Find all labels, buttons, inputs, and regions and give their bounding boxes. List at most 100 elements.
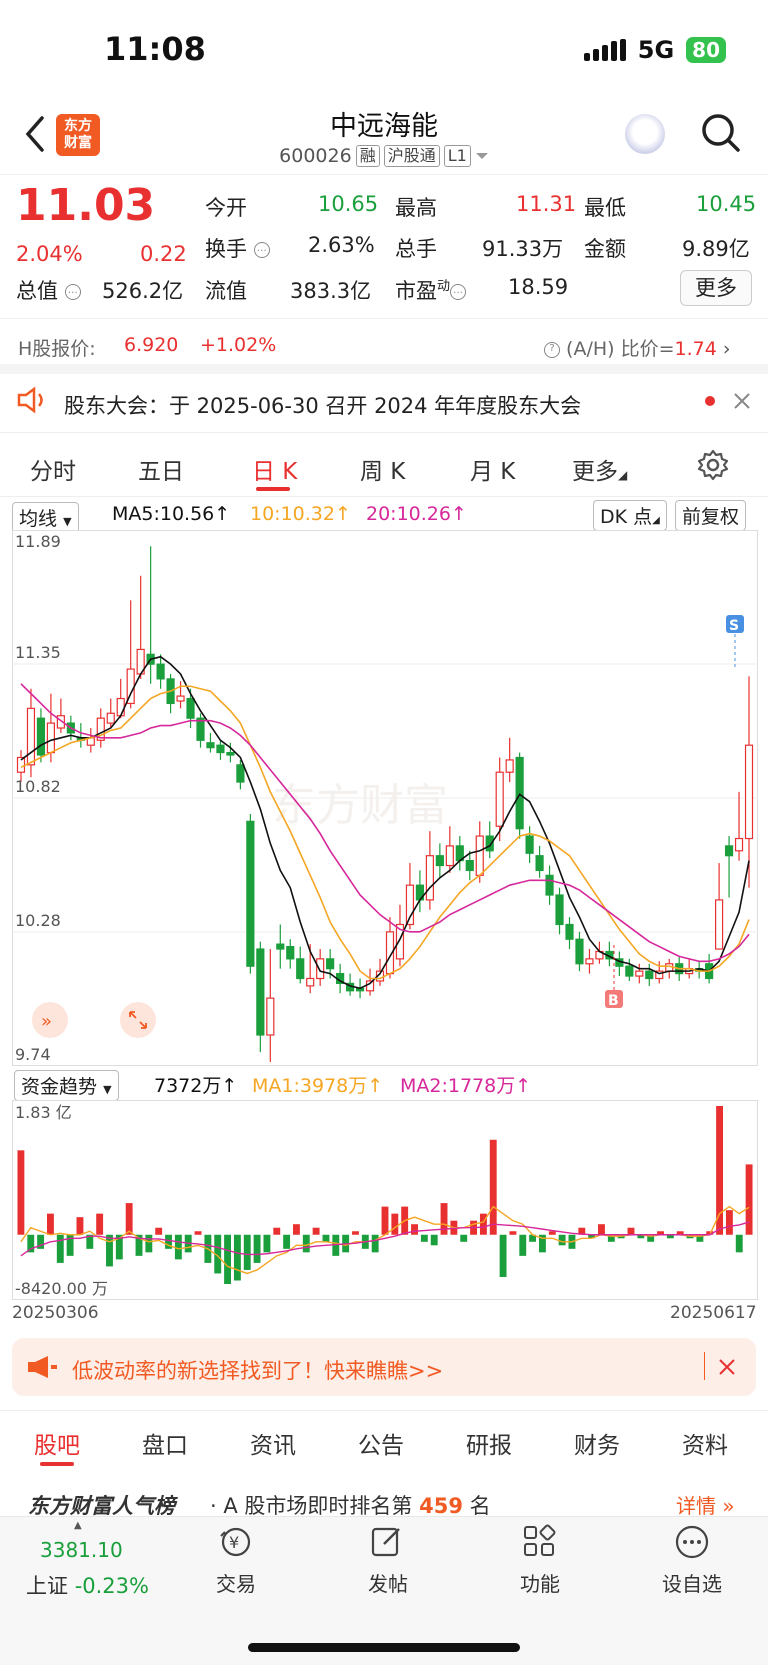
candle-body bbox=[525, 835, 534, 854]
dk-point-select[interactable]: DK 点◢ bbox=[593, 500, 667, 531]
high-label: 最高 bbox=[395, 196, 437, 220]
date-end: 20250617 bbox=[670, 1303, 757, 1323]
subtab-forum[interactable]: 股吧 bbox=[34, 1426, 80, 1460]
fund-bar bbox=[312, 1227, 320, 1235]
ah-ratio[interactable]: ? (A/H) 比价=1.74 › bbox=[544, 334, 731, 361]
candle-body bbox=[545, 874, 554, 896]
tag-connect: 沪股通 bbox=[383, 145, 440, 167]
fund-y-top: 1.83 亿 bbox=[15, 1103, 72, 1122]
turnover-value: 2.63% bbox=[308, 233, 375, 257]
hshare-price: 6.920 bbox=[124, 334, 179, 356]
tab-daily-k[interactable]: 日 K bbox=[252, 452, 297, 486]
candle-body bbox=[246, 820, 255, 967]
nav-trade[interactable]: 交易 bbox=[190, 1568, 282, 1597]
tab-monthly-k[interactable]: 月 K bbox=[470, 452, 515, 486]
nav-post[interactable]: 发帖 bbox=[342, 1568, 434, 1597]
candle-body bbox=[256, 948, 265, 1036]
fund-frame bbox=[12, 1100, 758, 1300]
candle-body bbox=[216, 744, 225, 754]
info-icon[interactable]: … bbox=[64, 284, 81, 300]
candle-body bbox=[236, 764, 245, 783]
y-tick-2: 11.35 bbox=[15, 643, 61, 662]
info-icon[interactable]: … bbox=[450, 284, 467, 300]
fund-indicator-select[interactable]: 资金趋势 ▼ bbox=[14, 1070, 119, 1101]
more-button[interactable]: 更多 bbox=[680, 270, 752, 306]
info-icon[interactable]: … bbox=[253, 242, 270, 258]
index-summary[interactable]: 上证 -0.23% bbox=[26, 1570, 149, 1600]
nav-functions[interactable]: 功能 bbox=[494, 1568, 586, 1597]
fund-bar bbox=[145, 1234, 153, 1253]
fund-bar bbox=[96, 1213, 104, 1235]
more-dots-icon[interactable] bbox=[674, 1524, 710, 1560]
notice-text[interactable]: 股东大会：于 2025-06-30 召开 2024 年年度股东大会 bbox=[64, 390, 581, 420]
candle-body bbox=[176, 695, 185, 702]
kline-chart[interactable]: 东方财富 11.89 11.35 10.82 10.28 9.74 S B » bbox=[12, 530, 758, 1066]
help-icon[interactable]: ? bbox=[544, 341, 560, 358]
candle-body bbox=[555, 894, 564, 926]
fund-bar bbox=[283, 1234, 291, 1249]
fund-bar bbox=[735, 1234, 743, 1253]
fund-bar bbox=[174, 1234, 182, 1260]
fund-bar bbox=[509, 1231, 517, 1235]
candle-body bbox=[36, 717, 46, 756]
candle-body bbox=[565, 923, 574, 940]
battery-icon: 80 bbox=[686, 37, 726, 63]
candle-body bbox=[266, 997, 275, 1036]
svg-text:¥: ¥ bbox=[229, 1533, 239, 1552]
close-icon[interactable] bbox=[718, 1358, 736, 1376]
fund-bar bbox=[371, 1234, 379, 1253]
float-label: 流值 bbox=[205, 279, 247, 303]
subtab-news[interactable]: 资讯 bbox=[250, 1426, 296, 1460]
close-icon[interactable] bbox=[732, 391, 752, 411]
fund-bar bbox=[499, 1234, 507, 1277]
subtab-announcements[interactable]: 公告 bbox=[358, 1426, 404, 1460]
candle-body bbox=[196, 717, 205, 741]
fund-bar bbox=[233, 1234, 241, 1281]
divider bbox=[0, 318, 768, 319]
compose-icon[interactable] bbox=[370, 1524, 404, 1558]
search-icon[interactable] bbox=[700, 112, 742, 154]
fullscreen-icon[interactable] bbox=[120, 1002, 156, 1038]
current-price: 11.03 bbox=[16, 180, 156, 231]
settings-gear-icon[interactable] bbox=[697, 449, 729, 481]
ma10-legend: 10:10.32↑ bbox=[250, 503, 351, 525]
fund-bar bbox=[745, 1164, 753, 1235]
subtab-finance[interactable]: 财务 bbox=[574, 1426, 620, 1460]
tab-intraday[interactable]: 分时 bbox=[30, 452, 76, 486]
trade-icon[interactable]: ¥ bbox=[218, 1524, 254, 1560]
fund-bar bbox=[352, 1231, 359, 1235]
dropdown-icon[interactable] bbox=[475, 151, 489, 161]
rank-detail-link[interactable]: 详情 » bbox=[676, 1490, 735, 1519]
tag-level: L1 bbox=[443, 145, 471, 167]
tab-weekly-k[interactable]: 周 K bbox=[360, 452, 405, 486]
apps-icon[interactable] bbox=[522, 1524, 556, 1558]
signal-icon bbox=[583, 39, 626, 61]
fund-bar bbox=[420, 1234, 428, 1242]
adjust-select[interactable]: 前复权 bbox=[675, 500, 747, 531]
fund-bar bbox=[17, 1150, 25, 1235]
fund-bar bbox=[725, 1210, 733, 1235]
subtab-orderbook[interactable]: 盘口 bbox=[142, 1426, 188, 1460]
fund-bar bbox=[224, 1234, 232, 1285]
tab-five-day[interactable]: 五日 bbox=[138, 452, 184, 486]
fund-flow-chart[interactable]: 1.83 亿 -8420.00 万 bbox=[12, 1100, 758, 1300]
fund-bar bbox=[125, 1203, 133, 1235]
nav-add-watchlist[interactable]: 设自选 bbox=[646, 1568, 738, 1597]
status-time: 11:08 bbox=[104, 30, 206, 68]
megaphone-icon bbox=[28, 1356, 57, 1378]
fund-bar bbox=[253, 1234, 261, 1263]
candle-body bbox=[435, 855, 444, 867]
fund-bar bbox=[273, 1227, 281, 1235]
subtab-profile[interactable]: 资料 bbox=[682, 1426, 728, 1460]
indicator-select[interactable]: 均线 ▼ bbox=[12, 502, 79, 533]
subtab-research[interactable]: 研报 bbox=[466, 1426, 512, 1460]
candle-body bbox=[296, 958, 305, 980]
assistant-icon[interactable] bbox=[625, 114, 665, 154]
index-value[interactable]: 3381.10 bbox=[40, 1538, 123, 1562]
subtab-underline bbox=[40, 1462, 74, 1466]
fund-bar bbox=[243, 1234, 251, 1270]
promo-text[interactable]: 低波动率的新选择找到了！快来瞧瞧>> bbox=[72, 1355, 443, 1385]
high-value: 11.31 bbox=[516, 192, 577, 216]
ma20-legend: 20:10.26↑ bbox=[366, 503, 467, 525]
tab-more[interactable]: 更多◢ bbox=[572, 452, 627, 486]
